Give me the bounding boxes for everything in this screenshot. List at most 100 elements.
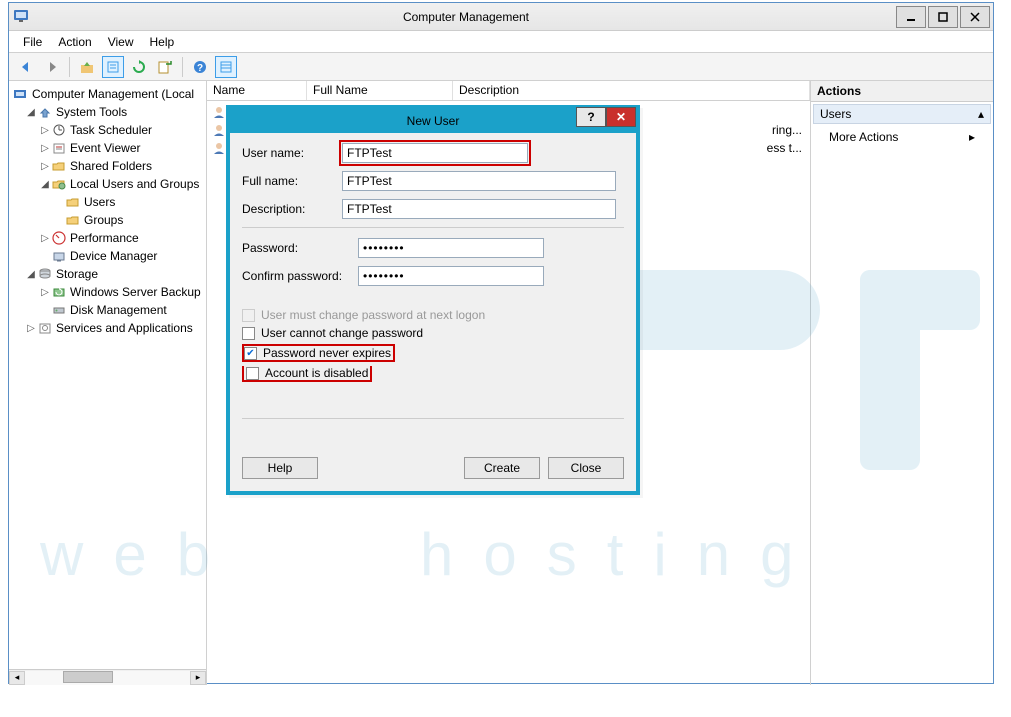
label: Services and Applications [56, 321, 193, 335]
label: More Actions [829, 130, 898, 144]
svg-text:?: ? [197, 63, 203, 74]
label: Users [84, 195, 115, 209]
description-input[interactable] [342, 199, 616, 219]
scroll-thumb[interactable] [63, 671, 113, 683]
scroll-right-icon[interactable]: ▸ [190, 671, 206, 685]
tree-event-viewer[interactable]: ▷Event Viewer [11, 139, 206, 157]
col-description[interactable]: Description [453, 81, 810, 100]
confirm-password-input[interactable] [358, 266, 544, 286]
description-label: Description: [242, 202, 342, 216]
label: Shared Folders [70, 159, 152, 173]
export-icon[interactable] [154, 56, 176, 78]
list-header: Name Full Name Description [207, 81, 810, 101]
dialog-close-button[interactable]: ✕ [606, 107, 636, 127]
check-must-change: User must change password at next logon [242, 308, 624, 322]
scroll-left-icon[interactable]: ◂ [9, 671, 25, 685]
check-never-expires[interactable]: ✔ Password never expires [242, 344, 624, 362]
desc: ring... [772, 123, 802, 137]
tree-task-scheduler[interactable]: ▷Task Scheduler [11, 121, 206, 139]
password-label: Password: [242, 241, 358, 255]
tree-pane: Computer Management (Local ◢System Tools… [9, 81, 207, 685]
tree-shared-folders[interactable]: ▷Shared Folders [11, 157, 206, 175]
fullname-label: Full name: [242, 174, 342, 188]
checkbox-icon[interactable] [246, 367, 259, 380]
label: Performance [70, 231, 139, 245]
tree-users[interactable]: Users [11, 193, 206, 211]
maximize-button[interactable] [928, 6, 958, 28]
refresh-icon[interactable] [128, 56, 150, 78]
back-icon[interactable] [15, 56, 37, 78]
label: System Tools [56, 105, 127, 119]
actions-users[interactable]: Users ▴ [813, 104, 991, 124]
label: Windows Server Backup [70, 285, 201, 299]
close-button-dialog[interactable]: Close [548, 457, 624, 479]
new-user-dialog: New User ? ✕ User name: Full name: Descr… [226, 105, 640, 495]
label: Password never expires [263, 346, 391, 360]
label: Disk Management [70, 303, 167, 317]
titlebar: Computer Management [9, 3, 993, 31]
dialog-help-button[interactable]: ? [576, 107, 606, 127]
password-input[interactable] [358, 238, 544, 258]
checkbox-icon[interactable]: ✔ [244, 347, 257, 360]
label: Event Viewer [70, 141, 140, 155]
menu-view[interactable]: View [100, 33, 142, 51]
user-icon [211, 122, 227, 138]
window-title: Computer Management [37, 10, 895, 24]
label: Account is disabled [265, 366, 368, 380]
app-icon [13, 7, 33, 27]
username-label: User name: [242, 146, 342, 160]
close-button[interactable] [960, 6, 990, 28]
tree-services[interactable]: ▷Services and Applications [11, 319, 206, 337]
up-folder-icon[interactable] [76, 56, 98, 78]
minimize-button[interactable] [896, 6, 926, 28]
tree-root-label: Computer Management (Local [32, 87, 194, 101]
check-cannot-change[interactable]: User cannot change password [242, 326, 624, 340]
list-view-icon[interactable] [215, 56, 237, 78]
chevron-right-icon: ▸ [969, 130, 975, 144]
menu-help[interactable]: Help [142, 33, 183, 51]
properties-icon[interactable] [102, 56, 124, 78]
label: Users [820, 107, 851, 121]
fullname-input[interactable] [342, 171, 616, 191]
collapse-icon[interactable]: ▴ [978, 107, 984, 121]
menu-file[interactable]: File [15, 33, 50, 51]
dialog-title: New User [407, 114, 460, 128]
check-disabled[interactable]: Account is disabled [242, 366, 624, 382]
tree-hscrollbar[interactable]: ◂ ▸ [9, 669, 206, 685]
col-name[interactable]: Name [207, 81, 307, 100]
tree-disk-mgmt[interactable]: Disk Management [11, 301, 206, 319]
label: User cannot change password [261, 326, 423, 340]
help-button[interactable]: Help [242, 457, 318, 479]
actions-pane: Actions Users ▴ More Actions ▸ [811, 81, 993, 685]
tree-device-manager[interactable]: Device Manager [11, 247, 206, 265]
label: Local Users and Groups [70, 177, 199, 191]
checkbox-icon [242, 309, 255, 322]
label: User must change password at next logon [261, 308, 485, 322]
col-fullname[interactable]: Full Name [307, 81, 453, 100]
user-icon [211, 140, 227, 156]
tree-performance[interactable]: ▷Performance [11, 229, 206, 247]
label: Storage [56, 267, 98, 281]
tree-root[interactable]: Computer Management (Local [11, 85, 206, 103]
toolbar: ? [9, 53, 993, 81]
tree-wsb[interactable]: ▷Windows Server Backup [11, 283, 206, 301]
tree-system-tools[interactable]: ◢System Tools [11, 103, 206, 121]
label: Device Manager [70, 249, 157, 263]
create-button[interactable]: Create [464, 457, 540, 479]
actions-more[interactable]: More Actions ▸ [811, 126, 993, 148]
tree-groups[interactable]: Groups [11, 211, 206, 229]
confirm-label: Confirm password: [242, 269, 358, 283]
dialog-titlebar: New User ? ✕ [230, 109, 636, 133]
label: Groups [84, 213, 123, 227]
help-icon[interactable]: ? [189, 56, 211, 78]
tree-local-users-groups[interactable]: ◢Local Users and Groups [11, 175, 206, 193]
tree-storage[interactable]: ◢Storage [11, 265, 206, 283]
label: Task Scheduler [70, 123, 152, 137]
desc: ess t... [767, 141, 802, 155]
checkbox-icon[interactable] [242, 327, 255, 340]
menu-bar: File Action View Help [9, 31, 993, 53]
user-icon [211, 104, 227, 120]
menu-action[interactable]: Action [50, 33, 99, 51]
forward-icon[interactable] [41, 56, 63, 78]
username-input[interactable] [342, 143, 528, 163]
